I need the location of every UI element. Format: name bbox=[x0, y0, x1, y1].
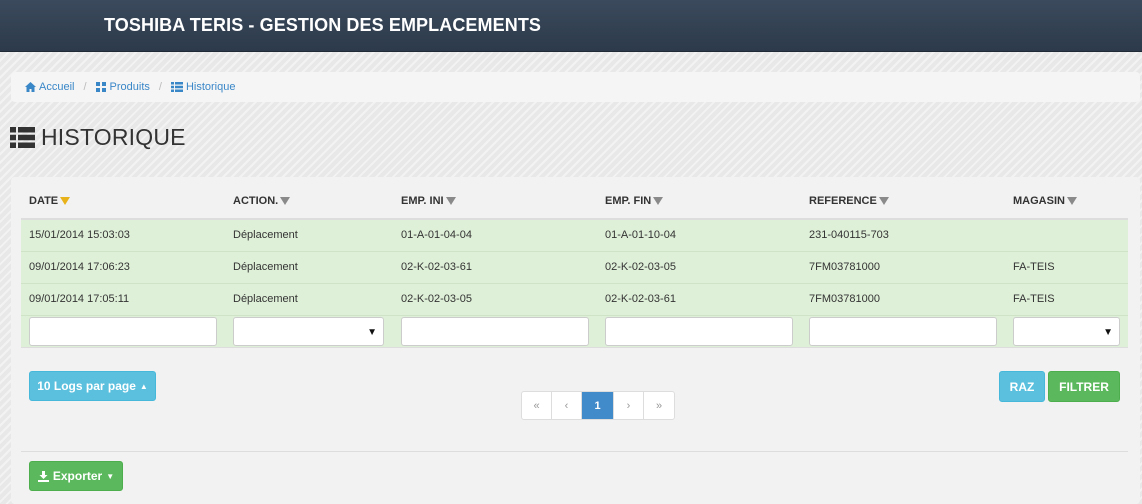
cell-action: Déplacement bbox=[225, 282, 393, 315]
cell-emp-ini: 02-K-02-03-05 bbox=[393, 282, 597, 315]
action-filter-select[interactable]: ▼ bbox=[233, 316, 384, 346]
pagination-prev[interactable]: ‹ bbox=[552, 392, 582, 419]
table-row[interactable]: 09/01/2014 17:05:11 Déplacement 02-K-02-… bbox=[21, 282, 1128, 315]
date-filter-input[interactable] bbox=[29, 316, 217, 346]
pagination-first[interactable]: « bbox=[522, 392, 552, 419]
breadcrumb-historique[interactable]: Historique bbox=[170, 81, 236, 93]
page-title: HISTORIQUE bbox=[41, 124, 186, 150]
pagination-last[interactable]: » bbox=[644, 392, 674, 419]
column-header-action[interactable]: ACTION. bbox=[225, 185, 393, 220]
pagination-next[interactable]: › bbox=[614, 392, 644, 419]
filter-button[interactable]: FILTRER bbox=[1048, 371, 1120, 402]
cell-magasin bbox=[1005, 218, 1128, 251]
cell-date: 09/01/2014 17:06:23 bbox=[21, 250, 225, 283]
cell-date: 09/01/2014 17:05:11 bbox=[21, 282, 225, 315]
list-icon bbox=[10, 127, 35, 148]
sort-active-icon[interactable] bbox=[60, 196, 71, 208]
table-row[interactable]: 15/01/2014 15:03:03 Déplacement 01-A-01-… bbox=[21, 218, 1128, 251]
cell-emp-fin: 02-K-02-03-61 bbox=[597, 282, 801, 315]
cell-magasin: FA-TEIS bbox=[1005, 250, 1128, 283]
dropdown-caret-icon: ▼ bbox=[367, 326, 377, 338]
sort-icon[interactable] bbox=[653, 196, 664, 208]
history-panel: DATE ACTION. EMP. INI EMP. FIN REFERENCE… bbox=[11, 177, 1140, 504]
divider bbox=[21, 451, 1128, 452]
breadcrumb-home[interactable]: Accueil bbox=[25, 81, 74, 93]
breadcrumb-home-label: Accueil bbox=[39, 81, 75, 93]
emp-fin-filter-input[interactable] bbox=[605, 316, 793, 346]
cell-emp-ini: 01-A-01-04-04 bbox=[393, 218, 597, 251]
column-header-emp-fin[interactable]: EMP. FIN bbox=[597, 185, 801, 220]
sort-icon[interactable] bbox=[445, 196, 456, 208]
download-icon bbox=[37, 470, 49, 482]
column-header-emp-ini[interactable]: EMP. INI bbox=[393, 185, 597, 220]
breadcrumb: Accueil / Produits / Historique bbox=[11, 72, 1140, 102]
sort-icon[interactable] bbox=[280, 196, 291, 208]
caret-down-icon: ▼ bbox=[106, 471, 115, 481]
breadcrumb-produits[interactable]: Produits bbox=[95, 81, 150, 93]
cell-reference: 7FM03781000 bbox=[801, 250, 1005, 283]
history-table: DATE ACTION. EMP. INI EMP. FIN REFERENCE… bbox=[21, 185, 1128, 348]
sitemap-icon bbox=[95, 82, 106, 92]
list-icon bbox=[170, 82, 183, 92]
sort-icon[interactable] bbox=[878, 196, 889, 208]
dropdown-caret-icon: ▼ bbox=[1103, 326, 1113, 338]
app-title: TOSHIBA TERIS - GESTION DES EMPLACEMENTS bbox=[104, 15, 542, 35]
table-header-row: DATE ACTION. EMP. INI EMP. FIN REFERENCE… bbox=[21, 185, 1128, 220]
emp-ini-filter-input[interactable] bbox=[401, 316, 589, 346]
cell-magasin: FA-TEIS bbox=[1005, 282, 1128, 315]
export-button[interactable]: Exporter ▼ bbox=[29, 461, 123, 491]
cell-emp-fin: 01-A-01-10-04 bbox=[597, 218, 801, 251]
breadcrumb-separator: / bbox=[158, 81, 162, 93]
reference-filter-input[interactable] bbox=[809, 316, 997, 346]
cell-emp-fin: 02-K-02-03-05 bbox=[597, 250, 801, 283]
logs-per-page-button[interactable]: 10 Logs par page ▲ bbox=[29, 371, 156, 401]
page-heading: HISTORIQUE bbox=[10, 124, 186, 151]
top-navbar: TOSHIBA TERIS - GESTION DES EMPLACEMENTS bbox=[0, 0, 1142, 52]
magasin-filter-select[interactable]: ▼ bbox=[1013, 316, 1120, 346]
cell-reference: 7FM03781000 bbox=[801, 282, 1005, 315]
cell-emp-ini: 02-K-02-03-61 bbox=[393, 250, 597, 283]
cell-action: Déplacement bbox=[225, 250, 393, 283]
sort-icon[interactable] bbox=[1066, 196, 1077, 208]
breadcrumb-separator: / bbox=[83, 81, 87, 93]
pagination-page-current[interactable]: 1 bbox=[582, 392, 614, 419]
breadcrumb-historique-label: Historique bbox=[185, 81, 236, 93]
raz-button[interactable]: RAZ bbox=[999, 371, 1045, 402]
cell-date: 15/01/2014 15:03:03 bbox=[21, 218, 225, 251]
filter-row: ▼ ▼ bbox=[21, 314, 1128, 348]
cell-action: Déplacement bbox=[225, 218, 393, 251]
pagination: « ‹ 1 › » bbox=[521, 391, 675, 420]
home-icon bbox=[25, 82, 36, 92]
breadcrumb-produits-label: Produits bbox=[109, 81, 150, 93]
table-row[interactable]: 09/01/2014 17:06:23 Déplacement 02-K-02-… bbox=[21, 250, 1128, 283]
column-header-date[interactable]: DATE bbox=[21, 185, 225, 220]
column-header-magasin[interactable]: MAGASIN bbox=[1005, 185, 1128, 220]
column-header-reference[interactable]: REFERENCE bbox=[801, 185, 1005, 220]
caret-up-icon: ▲ bbox=[139, 381, 148, 391]
cell-reference: 231-040115-703 bbox=[801, 218, 1005, 251]
